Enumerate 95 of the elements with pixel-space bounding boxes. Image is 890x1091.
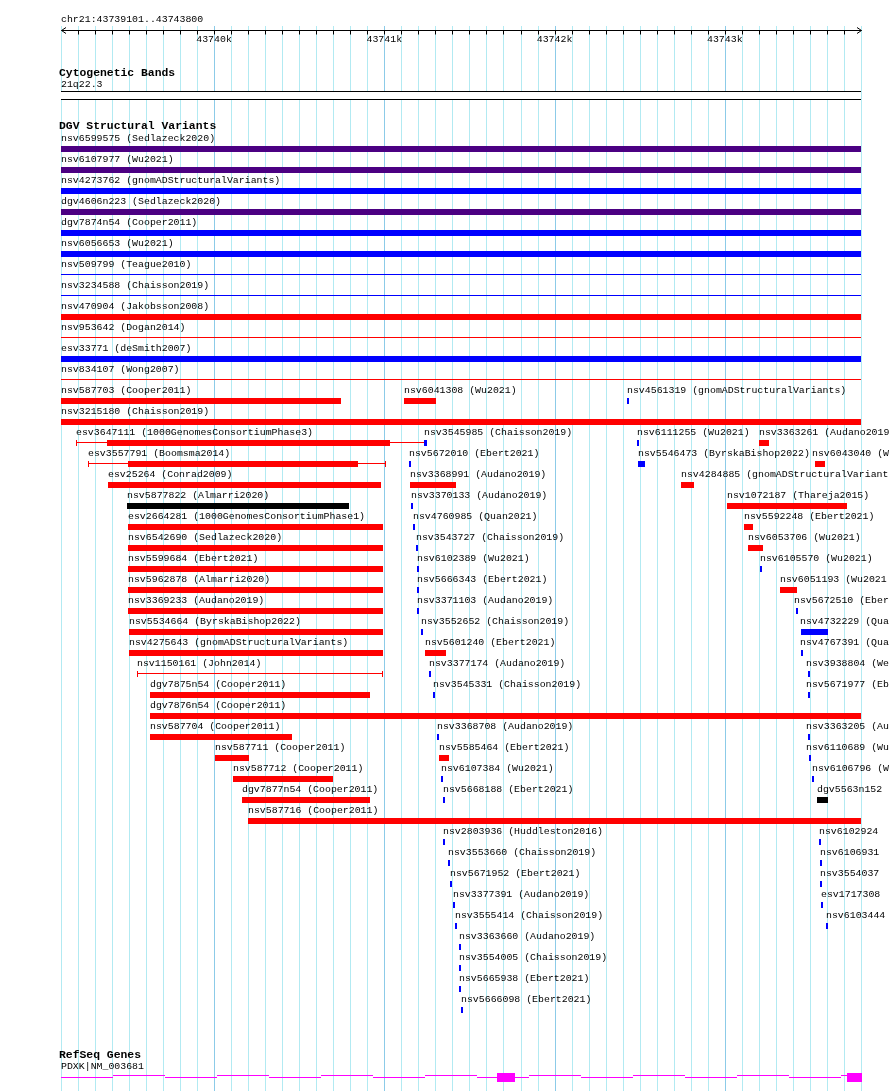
region-label: chr21:43739101..43743800	[61, 14, 204, 26]
variant-label: esv3557791 (Boomsma2014)	[88, 448, 231, 460]
variant-label: nsv3553660 (Chaisson2019)	[448, 847, 597, 859]
variant-label: nsv3543727 (Chaisson2019)	[416, 532, 565, 544]
variant-label: nsv6053706 (Wu2021)	[748, 532, 861, 544]
variant-label: nsv5585464 (Ebert2021)	[439, 742, 570, 754]
variant-label: nsv3555414 (Chaisson2019)	[455, 910, 604, 922]
variant-label: nsv4284885 (gnomADStructuralVariant	[681, 469, 889, 481]
variant-label: nsv5601240 (Ebert2021)	[425, 637, 556, 649]
variant-label: nsv6107384 (Wu2021)	[441, 763, 554, 775]
ruler-tick-label: 43740k	[196, 34, 232, 46]
variant-label: nsv3215180 (Chaisson2019)	[61, 406, 210, 418]
variant-label: nsv587704 (Cooper2011)	[150, 721, 281, 733]
variant-label: dgv4606n223 (Sedlazeck2020)	[61, 196, 221, 208]
variant-label: nsv6599575 (Sedlazeck2020)	[61, 133, 216, 145]
variant-label: nsv5599684 (Ebert2021)	[128, 553, 259, 565]
variant-label: dgv7874n54 (Cooper2011)	[61, 217, 198, 229]
variant-label: nsv6043040 (W	[812, 448, 890, 460]
variant-label: nsv6102389 (Wu2021)	[417, 553, 530, 565]
variant-label: nsv3545985 (Chaisson2019)	[424, 427, 573, 439]
band-label: 21q22.3	[61, 79, 103, 91]
variant-label: nsv3370133 (Audano2019)	[411, 490, 548, 502]
variant-label: nsv4273762 (gnomADStructuralVariants)	[61, 175, 281, 187]
variant-label: nsv470904 (Jakobsson2008)	[61, 301, 210, 313]
variant-label: nsv953642 (Dogan2014)	[61, 322, 186, 334]
variant-label: nsv6105570 (Wu2021)	[760, 553, 873, 565]
variant-label: nsv5671952 (Ebert2021)	[450, 868, 581, 880]
variant-label: nsv5668188 (Ebert2021)	[443, 784, 574, 796]
track-title: RefSeq Genes	[59, 1049, 142, 1061]
variant-label: nsv6102924	[819, 826, 879, 838]
variant-label: nsv5671977 (Eb	[806, 679, 889, 691]
variant-label: nsv6107977 (Wu2021)	[61, 154, 174, 166]
variant-label: nsv4732229 (Qua	[800, 616, 889, 628]
variant-label: esv3647111 (1000GenomesConsortiumPhase3)	[76, 427, 314, 439]
variant-label: nsv3371103 (Audano2019)	[417, 595, 554, 607]
variant-label: nsv5665938 (Ebert2021)	[459, 973, 590, 985]
variant-label: nsv6041308 (Wu2021)	[404, 385, 517, 397]
track-title: Cytogenetic Bands	[59, 67, 176, 79]
variant-label: nsv5877822 (Almarri2020)	[127, 490, 270, 502]
variant-label: nsv5546473 (ByrskaBishop2022)	[638, 448, 810, 460]
variant-label: nsv5672510 (Eber	[794, 595, 889, 607]
variant-label: nsv587703 (Cooper2011)	[61, 385, 192, 397]
variant-label: nsv5592248 (Ebert2021)	[744, 511, 875, 523]
variant-label: esv25264 (Conrad2009)	[108, 469, 233, 481]
variant-label: esv33771 (deSmith2007)	[61, 343, 192, 355]
variant-label: nsv6542690 (Sedlazeck2020)	[128, 532, 283, 544]
variant-label: nsv3554005 (Chaisson2019)	[459, 952, 608, 964]
variant-label: nsv5672010 (Ebert2021)	[409, 448, 540, 460]
variant-label: nsv6111255 (Wu2021)	[637, 427, 750, 439]
variant-label: nsv3545331 (Chaisson2019)	[433, 679, 582, 691]
variant-label: nsv6103444	[826, 910, 886, 922]
variant-label: nsv2803936 (Huddleston2016)	[443, 826, 603, 838]
variant-label: nsv3363205 (Au	[806, 721, 889, 733]
variant-label: nsv4767391 (Qua	[800, 637, 889, 649]
variant-label: esv1717308	[821, 889, 881, 901]
variant-label: nsv5666343 (Ebert2021)	[417, 574, 548, 586]
variant-label: nsv6110689 (Wu	[806, 742, 889, 754]
variant-label: nsv3363261 (Audano2019	[759, 427, 890, 439]
variant-label: nsv5666098 (Ebert2021)	[461, 994, 592, 1006]
variant-label: nsv1072187 (Thareja2015)	[727, 490, 870, 502]
variant-label: nsv6106796 (W	[812, 763, 890, 775]
variant-label: nsv3377391 (Audano2019)	[453, 889, 590, 901]
variant-label: nsv6056653 (Wu2021)	[61, 238, 174, 250]
gene-label: PDXK|NM_003681	[61, 1061, 144, 1073]
variant-label: nsv6051193 (Wu2021	[780, 574, 887, 586]
variant-label: dgv7876n54 (Cooper2011)	[150, 700, 287, 712]
ruler-tick-label: 43742k	[536, 34, 573, 46]
variant-label: nsv834107 (Wong2007)	[61, 364, 180, 376]
ruler-tick-label: 43743k	[707, 34, 743, 46]
variant-label: nsv4561319 (gnomADStructuralVariants)	[627, 385, 847, 397]
variant-label: nsv3369233 (Audano2019)	[128, 595, 265, 607]
variant-label: nsv3938804 (We	[806, 658, 889, 670]
variant-label: nsv3234588 (Chaisson2019)	[61, 280, 210, 292]
variant-label: nsv587712 (Cooper2011)	[233, 763, 364, 775]
variant-label: nsv587716 (Cooper2011)	[248, 805, 379, 817]
variant-label: nsv3552652 (Chaisson2019)	[421, 616, 570, 628]
variant-label: nsv587711 (Cooper2011)	[215, 742, 346, 754]
ruler-tick-label: 43741k	[366, 34, 403, 46]
variant-label: nsv3368991 (Audano2019)	[410, 469, 547, 481]
variant-label: nsv5962878 (Almarri2020)	[128, 574, 271, 586]
variant-label: dgv7875n54 (Cooper2011)	[150, 679, 287, 691]
variant-label: nsv3363660 (Audano2019)	[459, 931, 596, 943]
variant-label: dgv7877n54 (Cooper2011)	[242, 784, 379, 796]
variant-label: nsv5534664 (ByrskaBishop2022)	[129, 616, 301, 628]
variant-label: nsv6106931	[820, 847, 880, 859]
variant-label: nsv509799 (Teague2010)	[61, 259, 192, 271]
variant-label: dgv5563n152	[817, 784, 883, 796]
variant-label: nsv4275643 (gnomADStructuralVariants)	[129, 637, 349, 649]
variant-label: nsv3377174 (Audano2019)	[429, 658, 566, 670]
variant-label: nsv3554037	[820, 868, 880, 880]
track-title: DGV Structural Variants	[59, 120, 217, 132]
variant-label: nsv3368708 (Audano2019)	[437, 721, 574, 733]
variant-label: nsv1150161 (John2014)	[137, 658, 262, 670]
variant-label: nsv4760985 (Quan2021)	[413, 511, 538, 523]
variant-label: esv2664281 (1000GenomesConsortiumPhase1)	[128, 511, 366, 523]
